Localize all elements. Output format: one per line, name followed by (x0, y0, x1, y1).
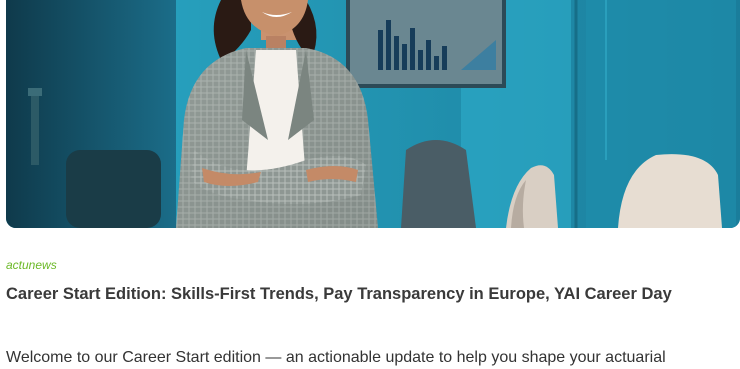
hero-photo-illustration (6, 0, 740, 228)
article-category-link[interactable]: actunews (6, 258, 57, 272)
article-card-body: actunews Career Start Edition: Skills-Fi… (6, 228, 740, 369)
article-hero-image[interactable] (6, 0, 740, 228)
article-title[interactable]: Career Start Edition: Skills-First Trend… (6, 286, 726, 303)
article-excerpt: Welcome to our Career Start edition — an… (6, 349, 666, 366)
